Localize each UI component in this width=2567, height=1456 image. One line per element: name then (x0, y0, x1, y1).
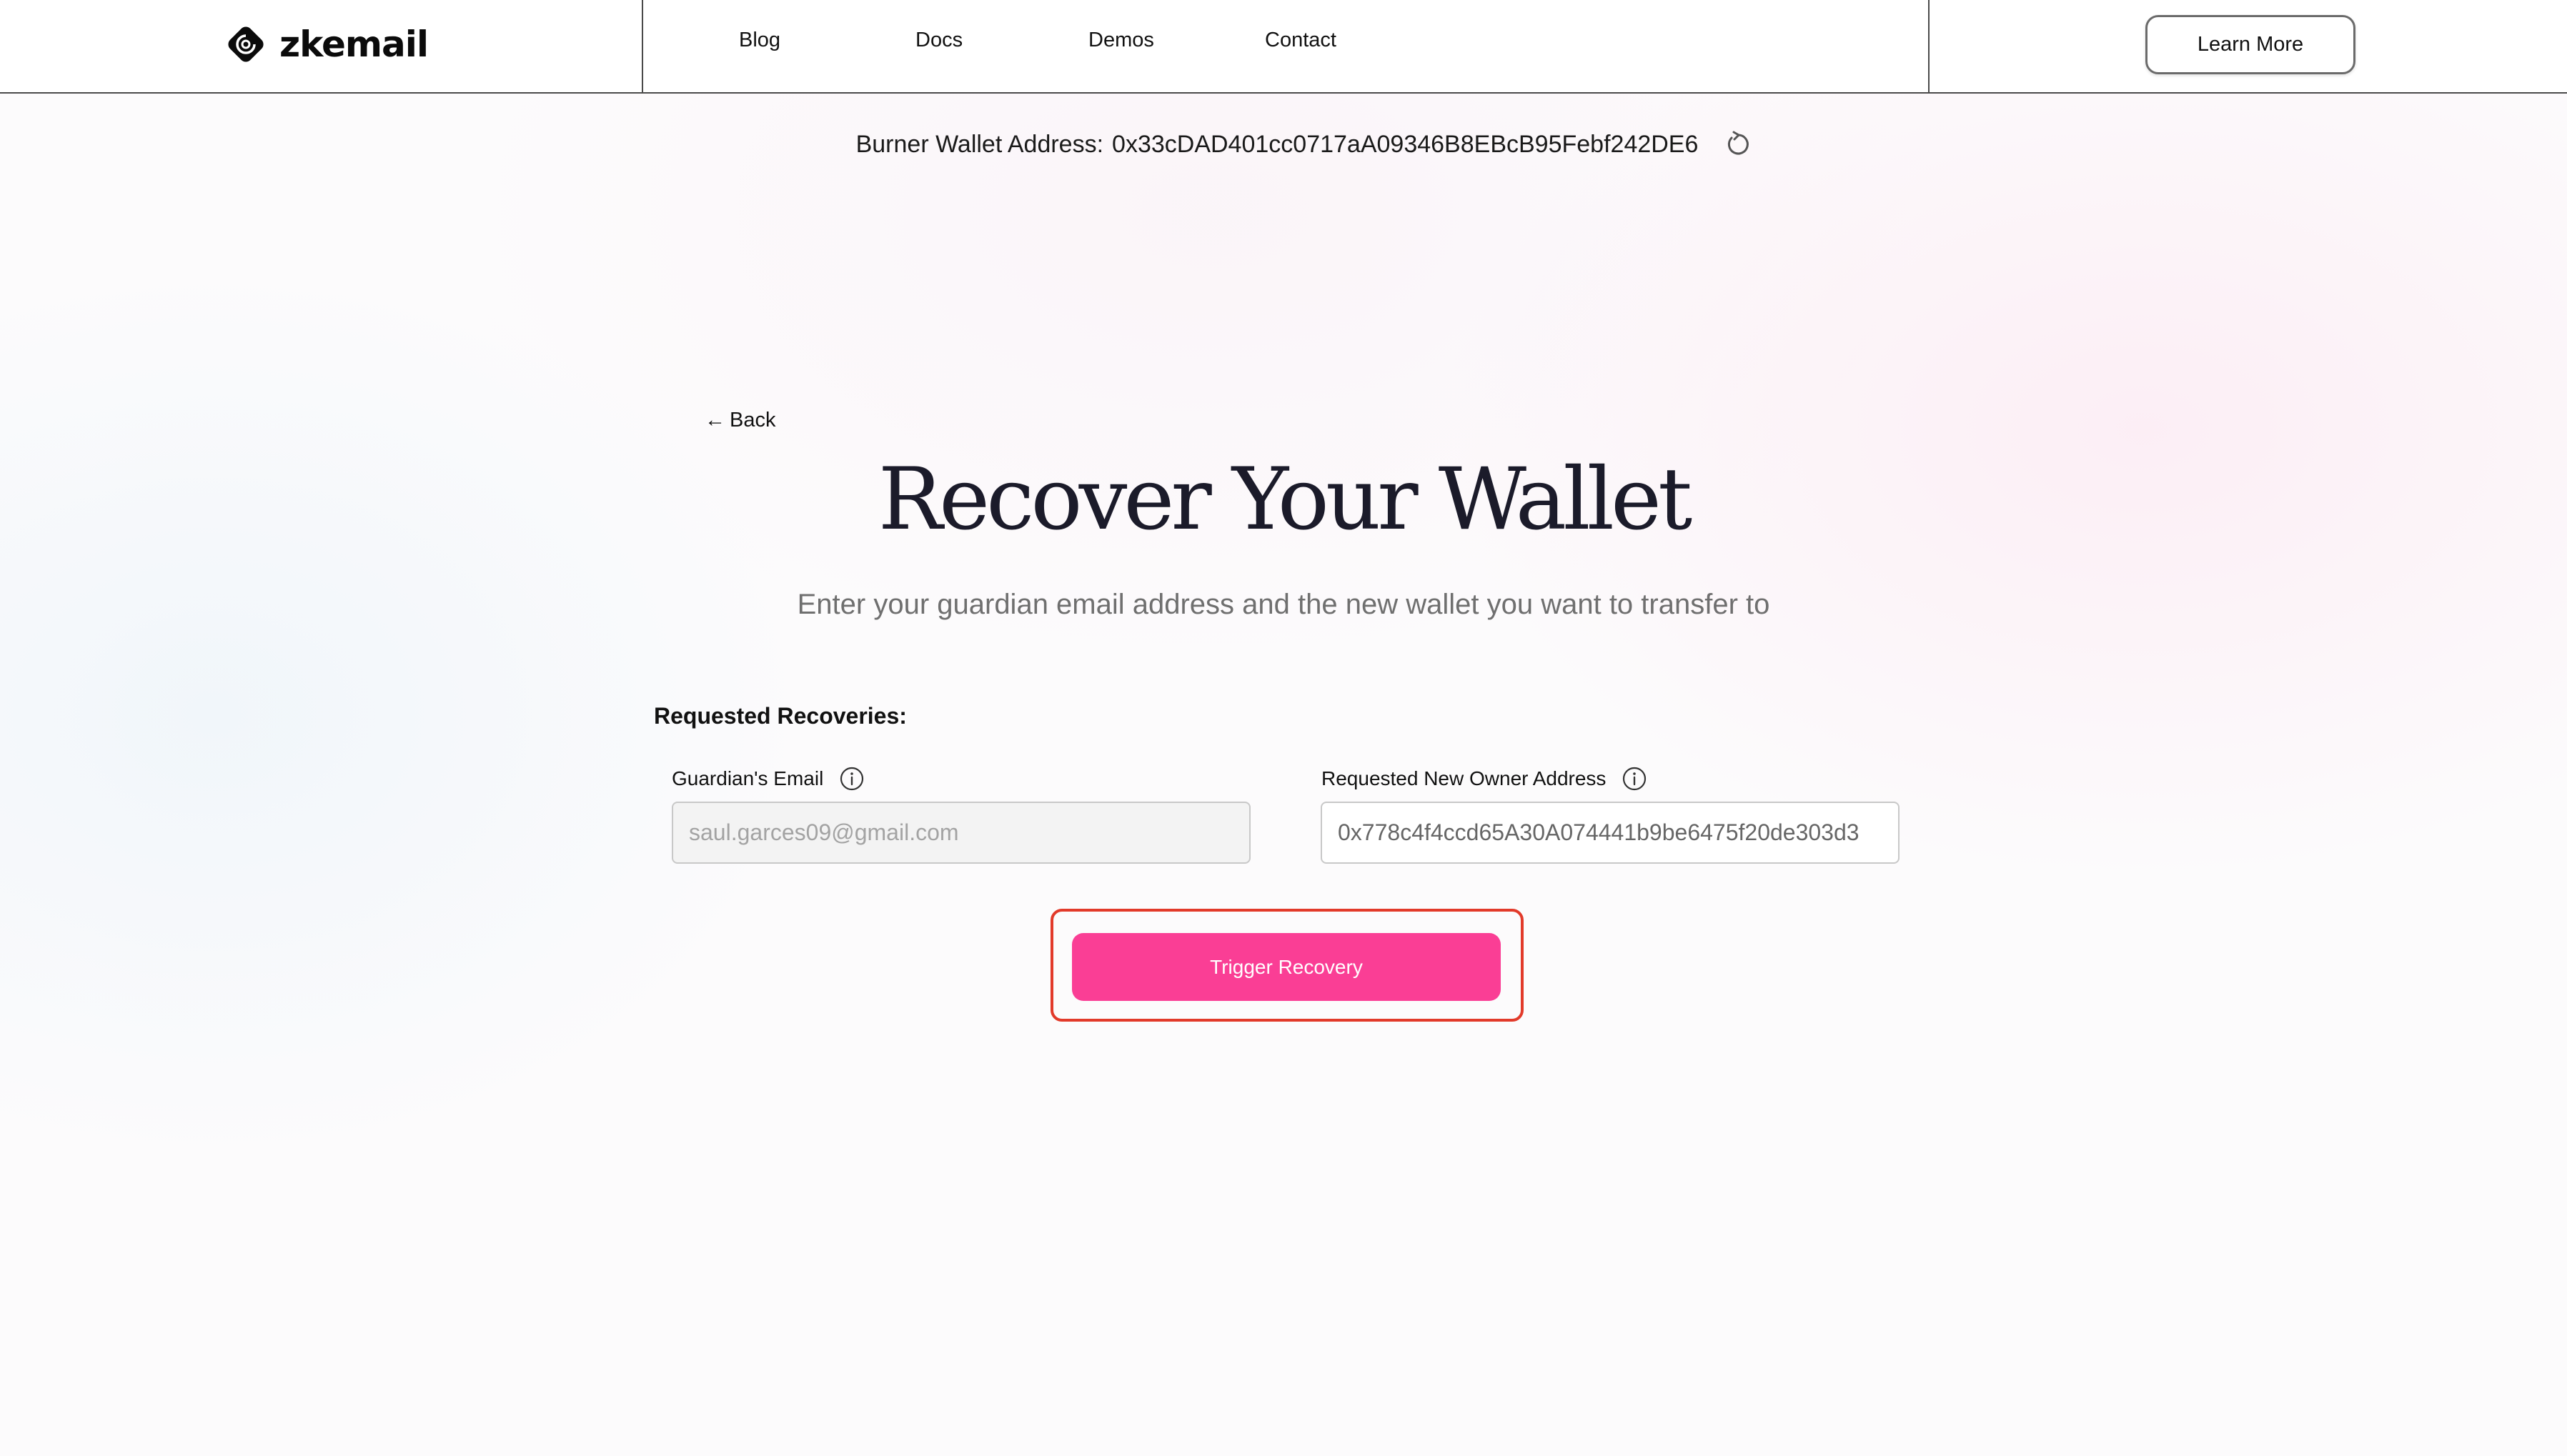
back-label: Back (730, 409, 776, 432)
new-owner-address-label-text: Requested New Owner Address (1321, 767, 1607, 789)
learn-more-button[interactable]: Learn More (2145, 15, 2355, 74)
guardian-email-label-text: Guardian's Email (672, 767, 824, 789)
zkemail-logo[interactable]: zkemail (224, 21, 429, 67)
refresh-icon[interactable] (1722, 129, 1754, 160)
burner-wallet-address: 0x33cDAD401cc0717aA09346B8EBcB95Febf242D… (1112, 130, 1699, 158)
guardian-email-input[interactable] (672, 802, 1251, 864)
trigger-recovery-button[interactable]: Trigger Recovery (1072, 933, 1501, 1001)
nav-divider-left (642, 0, 643, 92)
zkemail-logo-icon (228, 26, 264, 62)
top-navbar: zkemail Blog Docs Demos Contact Learn Mo… (0, 0, 2567, 94)
nav-link-contact[interactable]: Contact (1265, 29, 1336, 52)
new-owner-address-input[interactable] (1321, 802, 1900, 864)
new-owner-address-label: Requested New Owner Address (1321, 766, 1647, 792)
info-icon[interactable] (1622, 766, 1647, 792)
nav-link-docs[interactable]: Docs (915, 29, 963, 52)
info-icon[interactable] (839, 766, 865, 792)
brand-name: zkemail (279, 24, 429, 65)
guardian-email-label: Guardian's Email (672, 766, 865, 792)
requested-recoveries-heading: Requested Recoveries: (654, 703, 907, 729)
nav-link-demos[interactable]: Demos (1088, 29, 1154, 52)
page-title: Recover Your Wallet (878, 450, 1692, 549)
page-subtitle: Enter your guardian email address and th… (797, 589, 1770, 620)
nav-divider-right (1928, 0, 1930, 92)
back-link[interactable]: ← Back (705, 409, 775, 432)
arrow-left-icon: ← (705, 409, 725, 432)
burner-wallet-label: Burner Wallet Address: (855, 130, 1104, 158)
nav-link-blog[interactable]: Blog (739, 29, 780, 52)
burner-wallet-bar: Burner Wallet Address: 0x33cDAD401cc0717… (0, 129, 2567, 160)
